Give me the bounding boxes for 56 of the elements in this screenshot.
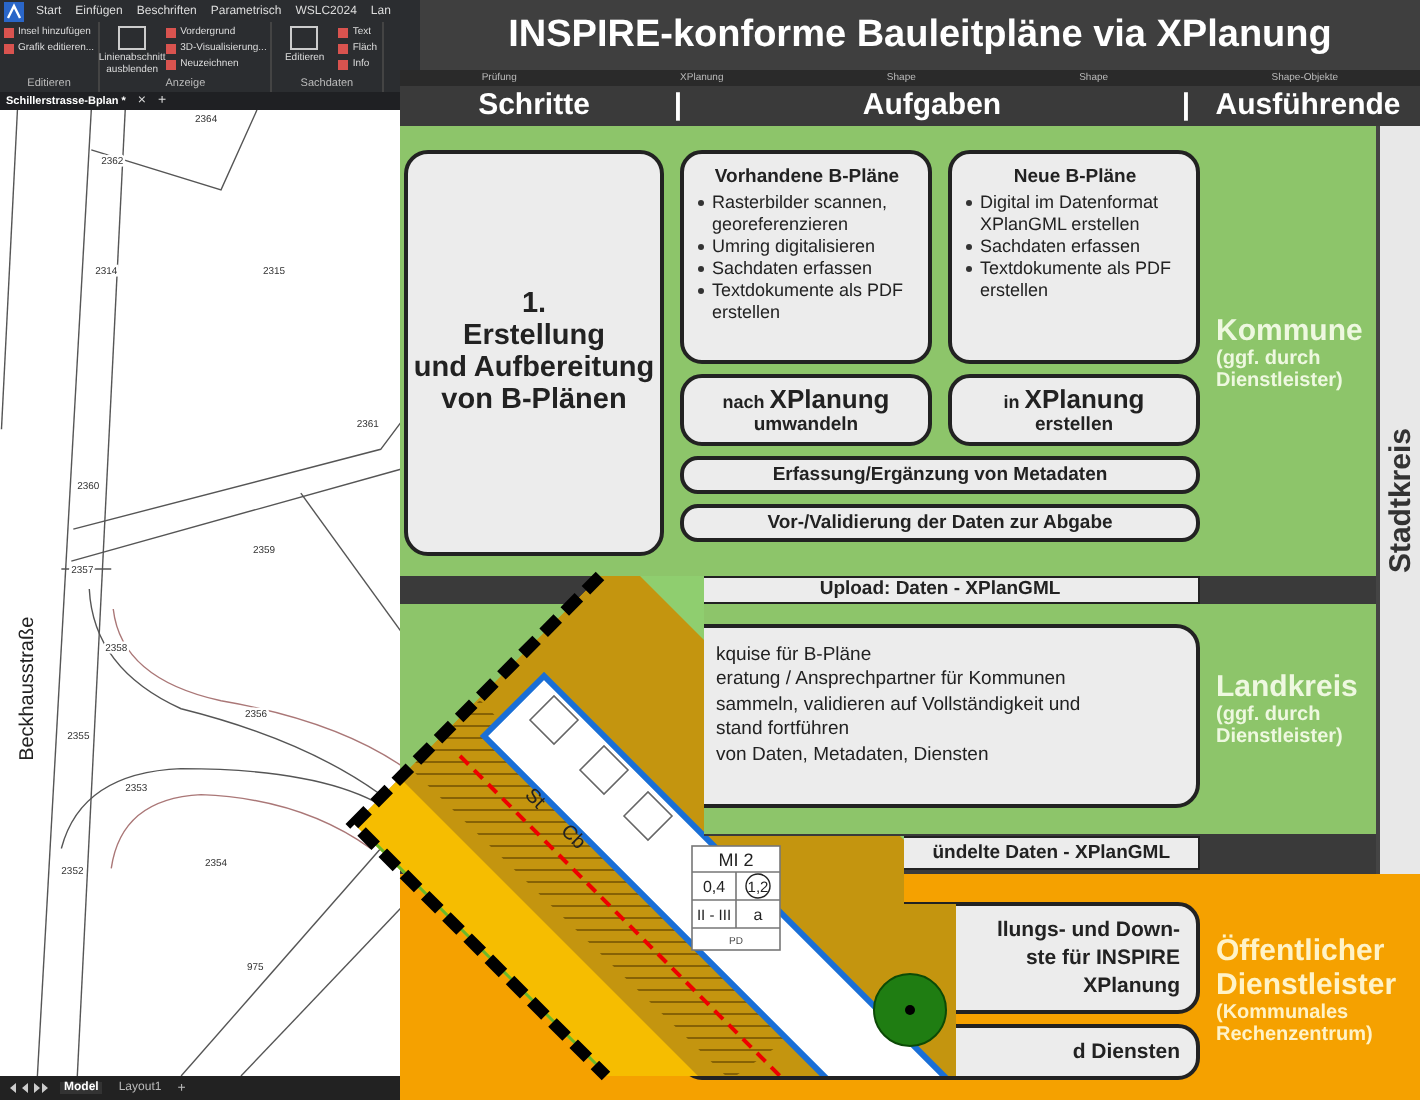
task-item: llungs- und Down- (996, 915, 1180, 944)
navigation-arrows-icon[interactable] (8, 1082, 48, 1094)
tool-icon (118, 26, 147, 50)
task-title: nach XPlanung (722, 383, 890, 414)
task-item: Textdokumente als PDF erstellen (712, 279, 906, 324)
task-item: kquise für B-Pläne (716, 643, 874, 667)
bullet-icon (698, 243, 704, 250)
task-title: in XPlanung (1003, 383, 1145, 414)
task-bar: Vor-/Validierung der Daten zur Abgabe (680, 503, 1200, 542)
column-header: Aufgaben (860, 88, 1004, 123)
hatch-label: St (519, 784, 549, 814)
executor-name: Kommune (1216, 313, 1365, 348)
task-card-title: Vorhandene B-Pläne (712, 165, 902, 188)
task-item: Sachdaten erfassen (980, 235, 1141, 258)
tool-icon (290, 26, 319, 50)
task-item: XPlanung (1083, 971, 1180, 1000)
hatch-label: Cb (555, 820, 590, 855)
zone-label: MI 2 (718, 850, 754, 870)
bullet-icon (966, 265, 972, 272)
task-subtitle: umwandeln (753, 413, 859, 436)
poster-title: INSPIRE-konforme Bauleitpläne via XPlanung (420, 0, 1420, 71)
usage-table (691, 845, 781, 951)
column-header: Schritte (476, 88, 592, 123)
side-label: Stadtkreis (1383, 427, 1417, 573)
task-item: Sachdaten erfassen (712, 257, 873, 280)
task-card-title: Neue B-Pläne (1011, 165, 1139, 188)
app-logo-icon[interactable] (4, 1, 24, 21)
task-item: Digital im Datenformat XPlanGML erstellen (980, 191, 1161, 236)
task-item: von Daten, Metadaten, Diensten (716, 743, 991, 767)
task-item: d Diensten (1072, 1037, 1180, 1066)
task-item: sammeln, validieren auf Vollständigkeit und (716, 693, 1083, 717)
task-subtitle: erstellen (1034, 413, 1114, 436)
executor-note: (ggf. durch Dienstleister) (1216, 347, 1345, 392)
task-item: stand fortführen (716, 718, 852, 742)
task-item: Rasterbilder scannen, georeferenzieren (712, 191, 890, 236)
column-header: Ausführende (1213, 88, 1403, 123)
bullet-icon (698, 265, 704, 272)
column-header: | (1179, 88, 1193, 123)
executor-name: Öffentlicher Dienstleister (1216, 934, 1399, 1003)
executor-name: Landkreis (1216, 669, 1360, 704)
street-name: Beckhausstraße (17, 616, 40, 761)
bullet-icon (966, 199, 972, 206)
bullet-icon (966, 243, 972, 250)
task-item: eratung / Ansprechpartner für Kommunen (716, 668, 1068, 692)
task-item: ste für INSPIRE (1025, 943, 1180, 972)
step-box: 1. Erstellung und Aufbereitung von B-Plänen (404, 149, 664, 556)
task-item: Umring digitalisieren (712, 235, 876, 258)
column-header: | (671, 88, 685, 123)
executor-note: (ggf. durch Dienstleister) (1216, 703, 1345, 748)
task-item: Textdokumente als PDF erstellen (980, 257, 1174, 302)
bullet-icon (698, 199, 704, 206)
table-cell: a (753, 906, 763, 924)
executor-note: (Kommunales Rechenzentrum) (1216, 1002, 1375, 1047)
bullet-icon (698, 287, 704, 294)
table-cell: 0,4 (702, 878, 726, 896)
task-bar: Erfassung/Ergänzung von Metadaten (680, 455, 1200, 494)
